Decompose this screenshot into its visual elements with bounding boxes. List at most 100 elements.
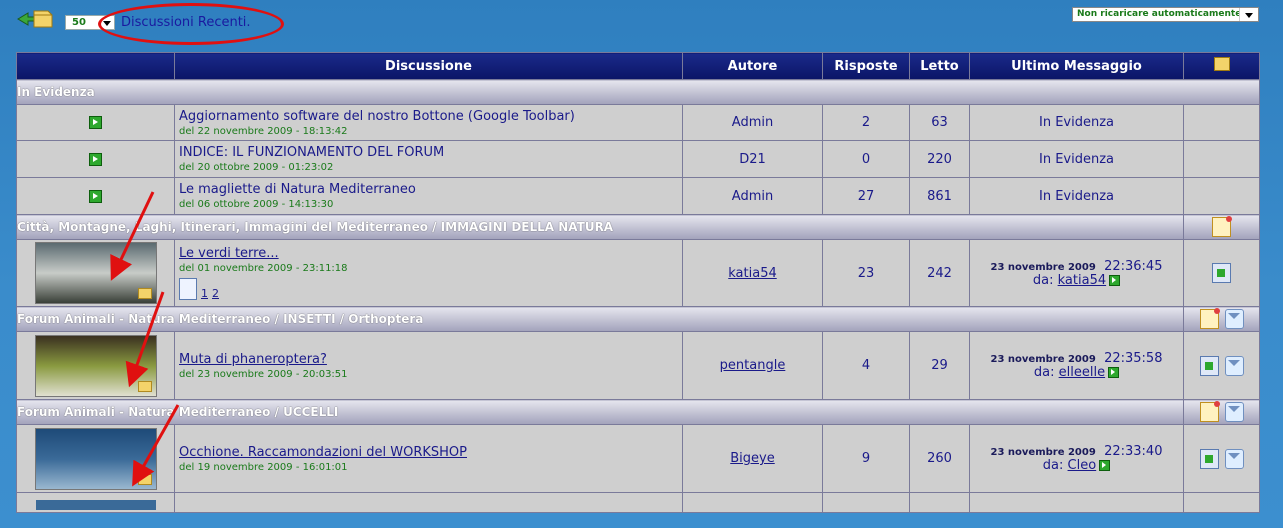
views-count: 29 [909, 331, 970, 400]
new-topic-icon[interactable] [1199, 308, 1220, 329]
subscribe-envelope-icon[interactable] [1224, 355, 1244, 376]
reload-select-value: Non ricaricare automaticamente [1077, 9, 1242, 19]
topic-date: del 20 ottobre 2009 - 01:23:02 [179, 162, 334, 173]
replies-count: 27 [822, 177, 910, 215]
replies-count [822, 492, 910, 513]
folder-icon [137, 380, 152, 392]
views-count: 861 [909, 177, 970, 215]
topic-date: del 01 novembre 2009 - 23:11:18 [179, 263, 348, 274]
table-row: Muta di phaneroptera? del 23 novembre 20… [16, 331, 1260, 400]
go-arrow-icon[interactable] [89, 152, 102, 166]
table-row: Le verdi terre... del 01 novembre 2009 -… [16, 239, 1260, 307]
last-message: 23 novembre 2009 22:36:45 da: katia54 [969, 239, 1184, 307]
topic-title-link[interactable]: Occhione. Raccamondazioni del WORKSHOP [179, 445, 682, 460]
topic-title-link[interactable]: INDICE: IL FUNZIONAMENTO DEL FORUM [179, 145, 682, 160]
replies-count: 9 [822, 424, 910, 493]
author-link[interactable]: D21 [682, 140, 823, 178]
author-link[interactable]: pentangle [720, 358, 786, 373]
category-link[interactable]: Città, Montagne, Laghi, Itinerari, Immag… [16, 214, 1184, 240]
top-bar: 50 Discussioni Recenti. Non ricaricare a… [0, 0, 1283, 48]
page-link-1[interactable]: 1 [201, 287, 208, 300]
category-link[interactable]: Forum Animali - Natura Mediterraneo / IN… [16, 306, 1184, 332]
last-message: 23 novembre 2009 22:33:40 da: Cleo [969, 424, 1184, 493]
last-by: da: [1042, 458, 1064, 473]
page-link-2[interactable]: 2 [212, 287, 219, 300]
author-link[interactable]: katia54 [728, 266, 776, 281]
views-count: 260 [909, 424, 970, 493]
author-cell: pentangle [682, 331, 823, 400]
author-link[interactable]: Bigeye [730, 451, 774, 466]
table-row: INDICE: IL FUNZIONAMENTO DEL FORUM del 2… [16, 140, 1260, 178]
header-discussione[interactable]: Discussione [174, 52, 683, 80]
topic-cell: Muta di phaneroptera? del 23 novembre 20… [174, 331, 683, 400]
go-arrow-icon[interactable] [89, 116, 102, 129]
topic-date: del 06 ottobre 2009 - 14:13:30 [179, 199, 334, 210]
replies-count: 0 [822, 140, 910, 178]
category-row: Forum Animali - Natura Mediterraneo / IN… [16, 306, 1260, 332]
last-by: da: [1032, 272, 1054, 288]
topic-cell: Occhione. Raccamondazioni del WORKSHOP d… [174, 424, 683, 493]
row-actions [1183, 424, 1260, 493]
annotation-red-ellipse [98, 3, 284, 45]
go-arrow-icon[interactable] [1099, 460, 1111, 471]
topic-status[interactable] [16, 140, 175, 178]
chevron-down-icon[interactable] [1239, 8, 1258, 21]
header-ultimo-messaggio[interactable]: Ultimo Messaggio [969, 52, 1184, 80]
thumb-cell [16, 331, 175, 400]
topic-title-link[interactable]: Le verdi terre... [179, 246, 682, 261]
last-user-link[interactable]: elleelle [1059, 365, 1105, 380]
category-actions [1183, 214, 1260, 240]
go-arrow-icon[interactable] [1109, 274, 1121, 286]
last-message [969, 492, 1184, 513]
replies-count: 4 [822, 331, 910, 400]
subscribe-envelope-icon[interactable] [1224, 309, 1244, 329]
go-arrow-icon[interactable] [89, 189, 102, 203]
topic-thumbnail[interactable] [34, 334, 157, 397]
category-link[interactable]: Forum Animali - Natura Mediterraneo / UC… [16, 399, 1184, 425]
last-time: 22:36:45 [1104, 258, 1163, 274]
topic-thumbnail[interactable] [35, 499, 156, 510]
topic-title-link[interactable]: Muta di phaneroptera? [179, 352, 682, 367]
reload-select[interactable]: Non ricaricare automaticamente [1072, 7, 1259, 22]
jump-to-last-icon[interactable] [1199, 355, 1219, 376]
topic-status[interactable] [16, 177, 175, 215]
topic-date: del 23 novembre 2009 - 20:03:51 [179, 368, 348, 380]
forum-folder-icon[interactable] [16, 5, 56, 29]
topics-table: Discussione Autore Risposte Letto Ultimo… [16, 52, 1260, 513]
header-letto[interactable]: Letto [909, 52, 970, 80]
last-user-link[interactable]: Cleo [1068, 458, 1097, 473]
topic-thumbnail[interactable] [34, 427, 157, 490]
last-message: 23 novembre 2009 22:35:58 da: elleelle [969, 331, 1184, 400]
topic-cell: INDICE: IL FUNZIONAMENTO DEL FORUM del 2… [174, 140, 683, 178]
new-topic-icon[interactable] [1199, 401, 1220, 422]
topic-status[interactable] [16, 104, 175, 141]
author-cell: katia54 [682, 239, 823, 307]
row-actions [1183, 331, 1260, 400]
last-time: 22:35:58 [1104, 351, 1163, 366]
author-link[interactable]: Admin [682, 104, 823, 141]
row-actions [1183, 177, 1260, 215]
last-time: 22:33:40 [1104, 444, 1163, 459]
table-row: Occhione. Raccamondazioni del WORKSHOP d… [16, 424, 1260, 493]
header-risposte[interactable]: Risposte [822, 52, 910, 80]
jump-to-last-icon[interactable] [1212, 263, 1231, 283]
replies-count: 23 [822, 239, 910, 307]
topic-title-link[interactable]: Aggiornamento software del nostro Botton… [179, 109, 682, 124]
thumb-cell [16, 239, 175, 307]
new-topic-icon[interactable] [1212, 216, 1232, 237]
jump-to-last-icon[interactable] [1199, 448, 1219, 469]
topic-thumbnail[interactable] [34, 242, 157, 304]
folder-icon [137, 288, 152, 299]
topic-date: del 19 novembre 2009 - 16:01:01 [179, 461, 348, 473]
topic-title-link[interactable]: Le magliette di Natura Mediterraneo [179, 182, 682, 197]
category-actions [1183, 306, 1260, 332]
last-user-link[interactable]: katia54 [1058, 273, 1106, 288]
go-arrow-icon[interactable] [1108, 367, 1120, 378]
folder-icon [137, 473, 152, 485]
subscribe-envelope-icon[interactable] [1224, 402, 1244, 422]
category-row: Forum Animali - Natura Mediterraneo / UC… [16, 399, 1260, 425]
last-date: 23 novembre 2009 [990, 354, 1096, 365]
author-link[interactable]: Admin [682, 177, 823, 215]
header-autore[interactable]: Autore [682, 52, 823, 80]
subscribe-envelope-icon[interactable] [1224, 448, 1244, 469]
